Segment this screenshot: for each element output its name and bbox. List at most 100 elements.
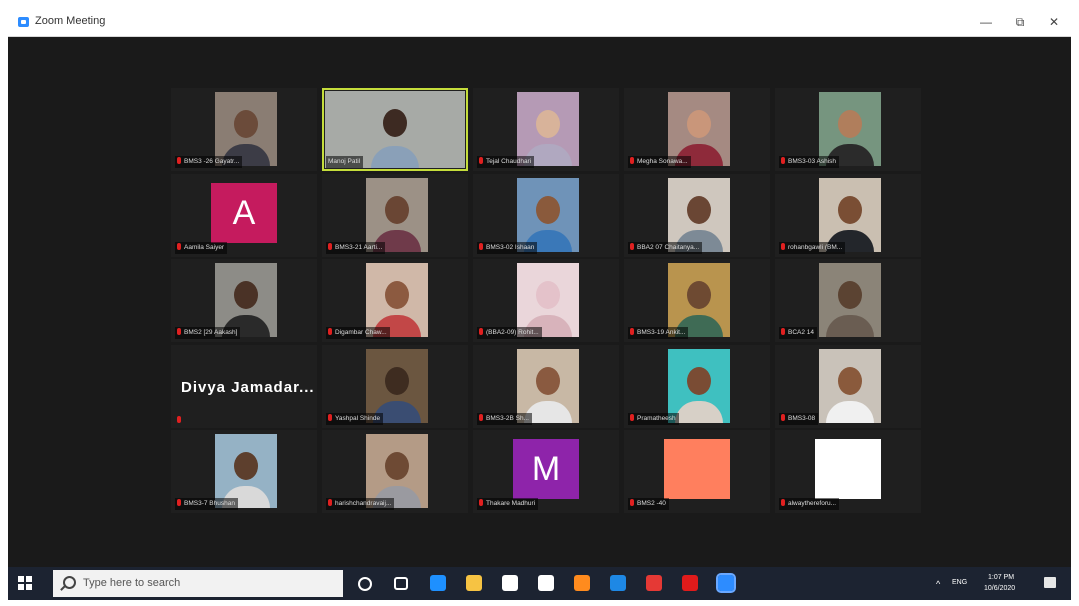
clock-date[interactable]: 10/6/2020 — [984, 585, 1015, 592]
participant-name: BMS2 [29 Aakash] — [184, 329, 238, 336]
participant-face — [234, 281, 258, 309]
participant-name: BMS3-2B Sh... — [486, 414, 529, 422]
clock-time[interactable]: 1:07 PM — [988, 574, 1014, 581]
photos-icon[interactable] — [610, 575, 626, 591]
participant-tile[interactable]: BMS2 [29 Aakash] — [171, 259, 317, 342]
participant-face — [838, 281, 862, 309]
participant-body — [826, 315, 874, 337]
participant-video — [366, 263, 428, 337]
start-button[interactable] — [18, 576, 32, 590]
participant-name-label: BBA2 07 Chaitanya... — [628, 241, 703, 254]
notifications-icon[interactable] — [1044, 577, 1056, 588]
muted-mic-icon — [177, 157, 181, 164]
participant-body — [675, 400, 723, 423]
participant-tile[interactable]: Tejal Chaudhari — [473, 88, 619, 171]
participant-tile[interactable]: BMS3-03 Ashish — [775, 88, 921, 171]
participant-tile[interactable]: (BBA2-09) Rohit... — [473, 259, 619, 342]
participant-avatar — [664, 439, 730, 499]
muted-mic-icon — [630, 328, 634, 335]
task-view-icon[interactable] — [394, 577, 408, 590]
search-placeholder: Type here to search — [83, 577, 181, 589]
tray-chevron-icon[interactable]: ^ — [936, 579, 940, 589]
participant-tile[interactable]: Megha Sonawa... — [624, 88, 770, 171]
opera-icon[interactable] — [682, 575, 698, 591]
participant-video — [517, 177, 579, 252]
participant-tile[interactable]: BMS3-19 Ankit... — [624, 259, 770, 342]
cortana-icon[interactable] — [358, 577, 372, 591]
mail-icon[interactable] — [538, 575, 554, 591]
edge-icon[interactable] — [430, 575, 446, 591]
participant-face — [536, 366, 560, 395]
participant-name: BMS3-02 Ishaan — [486, 243, 535, 251]
participant-name-label: BMS3-19 Ankit... — [628, 327, 689, 339]
participant-name-label: Yashpal Shinde — [326, 412, 384, 425]
title-bar: Zoom Meeting — ⧉ ✕ — [8, 9, 1071, 37]
participant-name: Manoj Patil — [328, 158, 361, 165]
participant-tile[interactable]: Manoj Patil — [322, 88, 468, 171]
participant-name: Megha Sonawa... — [637, 158, 688, 165]
participant-name-label: Tejal Chaudhari — [477, 156, 535, 168]
participant-tile[interactable]: BCA2 14 — [775, 259, 921, 342]
participant-tile[interactable]: BMS3-21 Aarti... — [322, 173, 468, 257]
participant-name-label: BMS3-08 — [779, 412, 819, 425]
participant-name-label: alwaythereforu... — [779, 498, 840, 510]
participant-tile[interactable]: Pramatheesh — [624, 344, 770, 428]
participant-tile[interactable]: BMS2 -40 — [624, 430, 770, 513]
muted-mic-icon — [781, 499, 785, 506]
participant-tile[interactable]: rohanbgawli (BM... — [775, 173, 921, 257]
participant-avatar: A — [211, 182, 277, 243]
participant-face — [383, 109, 407, 137]
participant-name-label: BMS3-21 Aarti... — [326, 241, 386, 254]
participant-tile[interactable]: BMS3-7 Bhushan — [171, 430, 317, 513]
participant-tile[interactable]: Digambar Chaw... — [322, 259, 468, 342]
maximize-button[interactable]: ⧉ — [1010, 13, 1030, 31]
participant-name: Aamila Saiyer — [184, 243, 225, 251]
participant-name-label: Manoj Patil — [326, 156, 364, 168]
participant-face — [687, 366, 711, 395]
participant-tile[interactable]: Divya Jamadar... — [171, 344, 317, 428]
participant-name-label: harishchandravaij... — [326, 498, 395, 510]
participant-tile[interactable]: Yashpal Shinde — [322, 344, 468, 428]
participant-video — [819, 92, 881, 166]
zoom-app-icon — [18, 17, 29, 27]
participant-name: Tejal Chaudhari — [486, 158, 532, 165]
chrome-icon[interactable] — [646, 575, 662, 591]
zoom-icon[interactable] — [716, 573, 736, 593]
participant-tile[interactable]: BBA2 07 Chaitanya... — [624, 173, 770, 257]
participant-video — [819, 177, 881, 252]
participant-name: (BBA2-09) Rohit... — [486, 329, 539, 336]
muted-mic-icon — [328, 242, 332, 250]
participant-name: BBA2 07 Chaitanya... — [637, 243, 700, 251]
minimize-button[interactable]: — — [976, 13, 996, 31]
participant-video — [517, 92, 579, 166]
participant-tile[interactable]: BMS3-08 — [775, 344, 921, 428]
participant-face — [687, 110, 711, 138]
participant-name: Yashpal Shinde — [335, 414, 381, 422]
muted-mic-icon — [479, 499, 483, 506]
muted-mic-icon — [781, 328, 785, 335]
store-icon[interactable] — [502, 575, 518, 591]
participant-name-label: BMS3-02 Ishaan — [477, 241, 538, 254]
gallery-grid: BMS3 -26 Gayatr... Manoj Patil Tejal Chaud… — [171, 88, 921, 514]
language-indicator[interactable]: ENG — [952, 579, 967, 586]
participant-video — [819, 263, 881, 337]
muted-mic-icon — [328, 499, 332, 506]
file-explorer-icon[interactable] — [466, 575, 482, 591]
muted-mic-icon — [328, 328, 332, 335]
participant-tile[interactable]: A Aamila Saiyer — [171, 173, 317, 257]
participant-name-label: Pramatheesh — [628, 412, 679, 425]
participant-tile[interactable]: BMS3 -26 Gayatr... — [171, 88, 317, 171]
participant-face — [687, 281, 711, 309]
participant-tile[interactable]: M Thakare Madhuri — [473, 430, 619, 513]
meeting-area: BMS3 -26 Gayatr... Manoj Patil Tejal Chaud… — [8, 37, 1071, 564]
participant-name: alwaythereforu... — [788, 500, 837, 507]
participant-tile[interactable]: harishchandravaij... — [322, 430, 468, 513]
participant-tile[interactable]: alwaythereforu... — [775, 430, 921, 513]
participant-tile[interactable]: BMS3-2B Sh... — [473, 344, 619, 428]
firefox-icon[interactable] — [574, 575, 590, 591]
taskbar-search[interactable]: Type here to search — [53, 570, 343, 597]
participant-name: BMS3-03 Ashish — [788, 158, 837, 165]
participant-tile[interactable]: BMS3-02 Ishaan — [473, 173, 619, 257]
participant-face — [234, 452, 258, 480]
close-button[interactable]: ✕ — [1044, 13, 1064, 31]
